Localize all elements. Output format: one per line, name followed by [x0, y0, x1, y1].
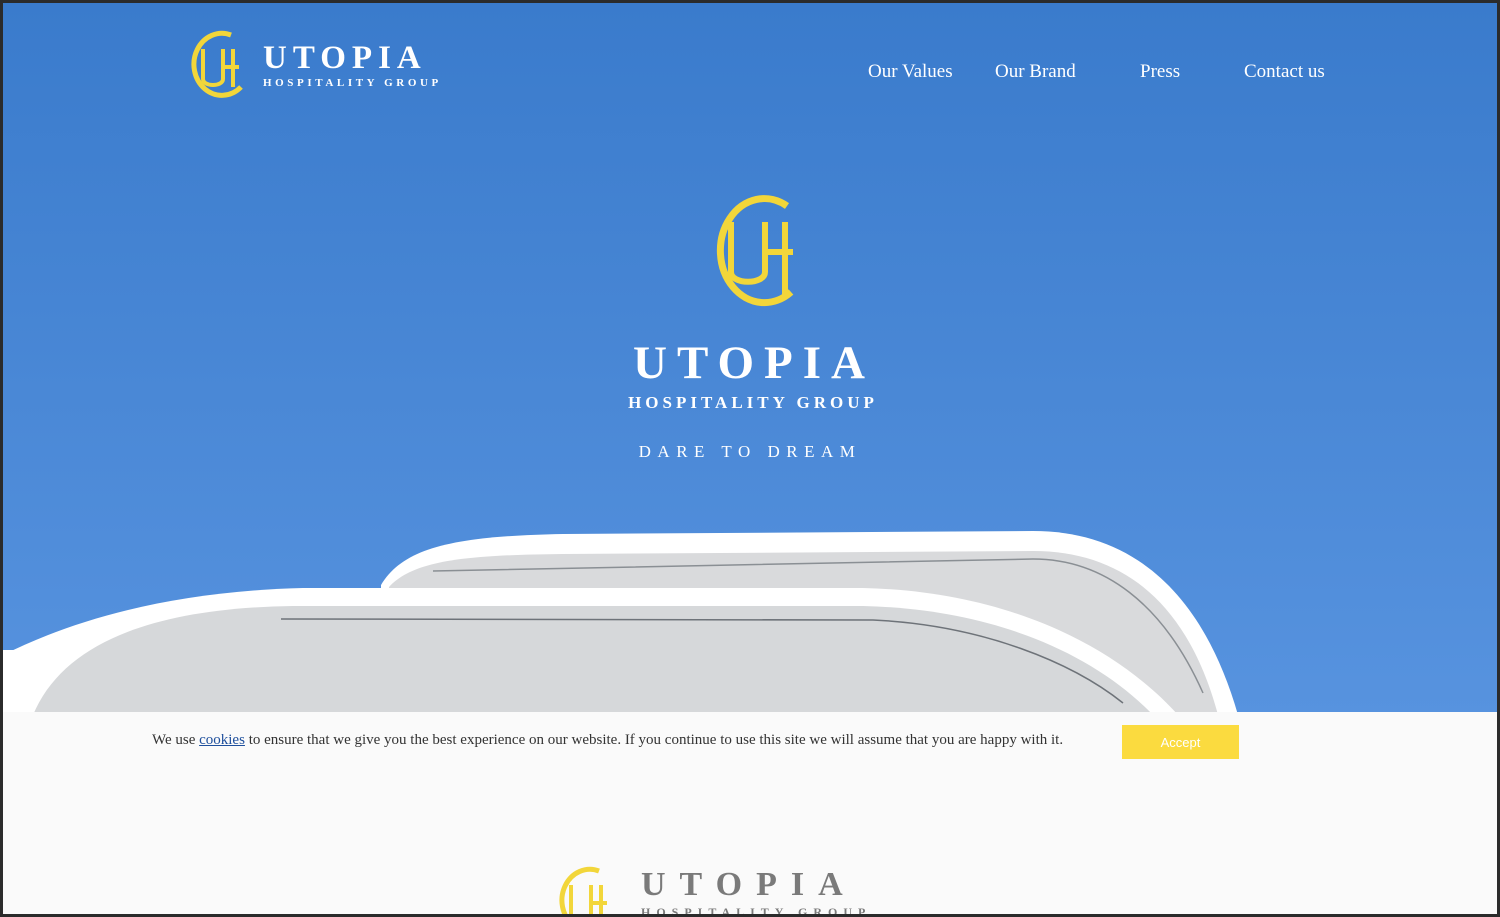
cookie-message: We use cookies to ensure that we give yo… [152, 732, 1063, 749]
hero-tagline: DARE TO DREAM [638, 442, 862, 461]
footer-brand-subtitle: HOSPITALITY GROUP [641, 905, 872, 914]
nav-contact-us[interactable]: Contact us [1244, 61, 1325, 83]
nav-our-values[interactable]: Our Values [868, 61, 953, 83]
footer-logo[interactable]: UTOPIA HOSPITALITY GROUP [555, 865, 871, 914]
accept-button[interactable]: Accept [1122, 725, 1239, 759]
cookie-text-after: to ensure that we give you the best expe… [244, 732, 1064, 748]
hero-logo-icon [716, 195, 794, 307]
hero-subtitle: HOSPITALITY GROUP [628, 393, 878, 412]
main-navigation: Our Values Our Brand Press Contact us [3, 61, 1497, 91]
browser-viewport: UTOPIA HOSPITALITY GROUP Our Values Our … [3, 3, 1497, 914]
cookie-text-before: We use [152, 732, 200, 748]
nav-our-brand[interactable]: Our Brand [995, 61, 1076, 83]
hero-title: UTOPIA [633, 337, 875, 389]
footer-brand-name: UTOPIA [641, 866, 857, 903]
hero-section: UTOPIA HOSPITALITY GROUP Our Values Our … [3, 3, 1497, 715]
nav-press[interactable]: Press [1140, 61, 1180, 83]
cookie-consent-bar: We use cookies to ensure that we give yo… [3, 712, 1497, 772]
cookies-link[interactable]: cookies [199, 732, 245, 748]
hero-title-block: UTOPIA HOSPITALITY GROUP [3, 333, 1497, 413]
uh-monogram-icon [559, 866, 607, 914]
